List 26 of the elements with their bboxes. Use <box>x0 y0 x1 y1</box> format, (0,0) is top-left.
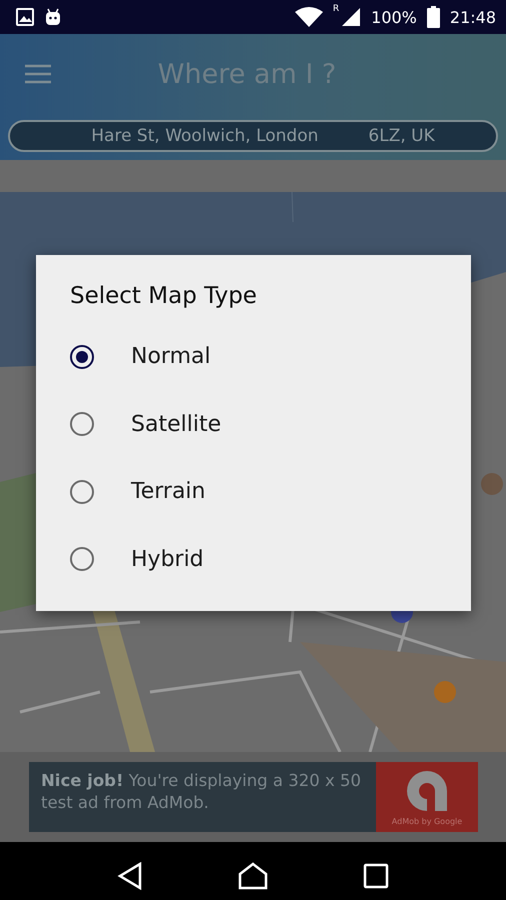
battery-percent: 100% <box>371 8 417 26</box>
back-icon[interactable] <box>117 862 144 890</box>
signal-icon <box>341 7 362 27</box>
battery-icon <box>426 6 440 28</box>
admob-brand: AdMob by Google <box>392 816 462 826</box>
map-type-option[interactable]: Satellite <box>70 390 430 458</box>
ad-text: Nice job! You're displaying a 320 x 50 test ad from AdMob. <box>40 770 362 814</box>
map-type-option[interactable]: Normal <box>70 323 430 390</box>
map-type-option[interactable]: Hybrid <box>70 526 430 593</box>
home-icon[interactable] <box>238 862 268 890</box>
radio-button[interactable] <box>70 547 94 572</box>
recents-icon[interactable] <box>362 863 389 889</box>
wifi-icon <box>294 6 323 28</box>
image-icon <box>16 8 34 26</box>
radio-button[interactable] <box>70 480 94 504</box>
radio-button[interactable] <box>70 344 94 369</box>
roaming-indicator: R <box>332 4 340 14</box>
clock: 21:48 <box>450 8 496 26</box>
dialog-title: Select Map Type <box>70 283 258 309</box>
robot-icon <box>44 8 62 26</box>
map-type-option[interactable]: Terrain <box>70 458 430 526</box>
radio-button[interactable] <box>70 412 94 436</box>
address-text: Hare St, Woolwich, London <box>91 126 318 146</box>
ad-banner[interactable]: Nice job! You're displaying a 320 x 50 test ad from AdMob. AdMob by Google <box>29 762 478 832</box>
postcode-text: 6LZ, UK <box>368 126 435 146</box>
admob-icon <box>405 768 449 812</box>
